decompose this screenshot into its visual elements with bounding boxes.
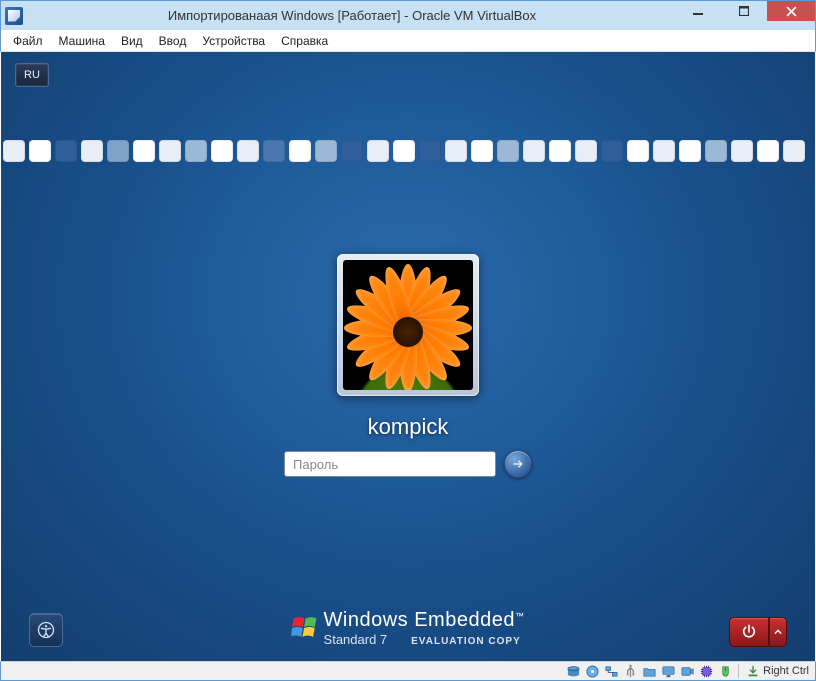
username-label: kompick — [368, 414, 449, 440]
window-titlebar: Импортированаая Windows [Работает] - Ora… — [0, 0, 816, 30]
close-button[interactable] — [767, 1, 815, 21]
power-icon — [741, 624, 757, 640]
vm-statusbar: Right Ctrl — [0, 661, 816, 681]
optical-disk-icon[interactable] — [584, 663, 600, 679]
key-down-icon — [746, 664, 760, 678]
menu-view[interactable]: Вид — [113, 32, 151, 50]
shared-folder-icon[interactable] — [641, 663, 657, 679]
chevron-up-icon — [774, 628, 782, 636]
display-icon[interactable] — [660, 663, 676, 679]
submit-button[interactable] — [504, 450, 532, 478]
usb-icon[interactable] — [622, 663, 638, 679]
accessibility-icon — [36, 620, 56, 640]
guest-viewport[interactable]: RU kompick Windows Embedded™ — [1, 52, 815, 661]
host-key-label: Right Ctrl — [763, 665, 809, 677]
evaluation-label: EVALUATION COPY — [411, 636, 521, 647]
virtualbox-icon — [5, 7, 23, 25]
window-title: Импортированаая Windows [Работает] - Ora… — [29, 8, 675, 23]
menubar: Файл Машина Вид Ввод Устройства Справка — [0, 30, 816, 52]
menu-input[interactable]: Ввод — [151, 32, 195, 50]
language-indicator[interactable]: RU — [15, 63, 49, 87]
mouse-integration-icon[interactable] — [717, 663, 733, 679]
decorative-band — [1, 140, 815, 166]
brand-line2: Standard 7 — [324, 632, 388, 647]
recording-icon[interactable] — [679, 663, 695, 679]
ease-of-access-button[interactable] — [29, 613, 63, 647]
os-brand: Windows Embedded™ Standard 7 EVALUATION … — [292, 609, 525, 647]
password-input[interactable] — [284, 451, 496, 477]
arrow-right-icon — [511, 457, 525, 471]
hard-disk-icon[interactable] — [565, 663, 581, 679]
windows-flag-icon — [292, 613, 318, 639]
power-button[interactable] — [729, 617, 769, 647]
menu-devices[interactable]: Устройства — [194, 32, 273, 50]
minimize-button[interactable] — [675, 1, 721, 21]
user-avatar-tile[interactable] — [337, 254, 479, 396]
power-options-button[interactable] — [769, 617, 787, 647]
menu-help[interactable]: Справка — [273, 32, 336, 50]
processor-icon[interactable] — [698, 663, 714, 679]
host-key-indicator[interactable]: Right Ctrl — [744, 664, 811, 678]
menu-file[interactable]: Файл — [5, 32, 51, 50]
brand-line1: Windows Embedded — [324, 609, 515, 631]
menu-machine[interactable]: Машина — [51, 32, 113, 50]
maximize-button[interactable] — [721, 1, 767, 21]
network-icon[interactable] — [603, 663, 619, 679]
